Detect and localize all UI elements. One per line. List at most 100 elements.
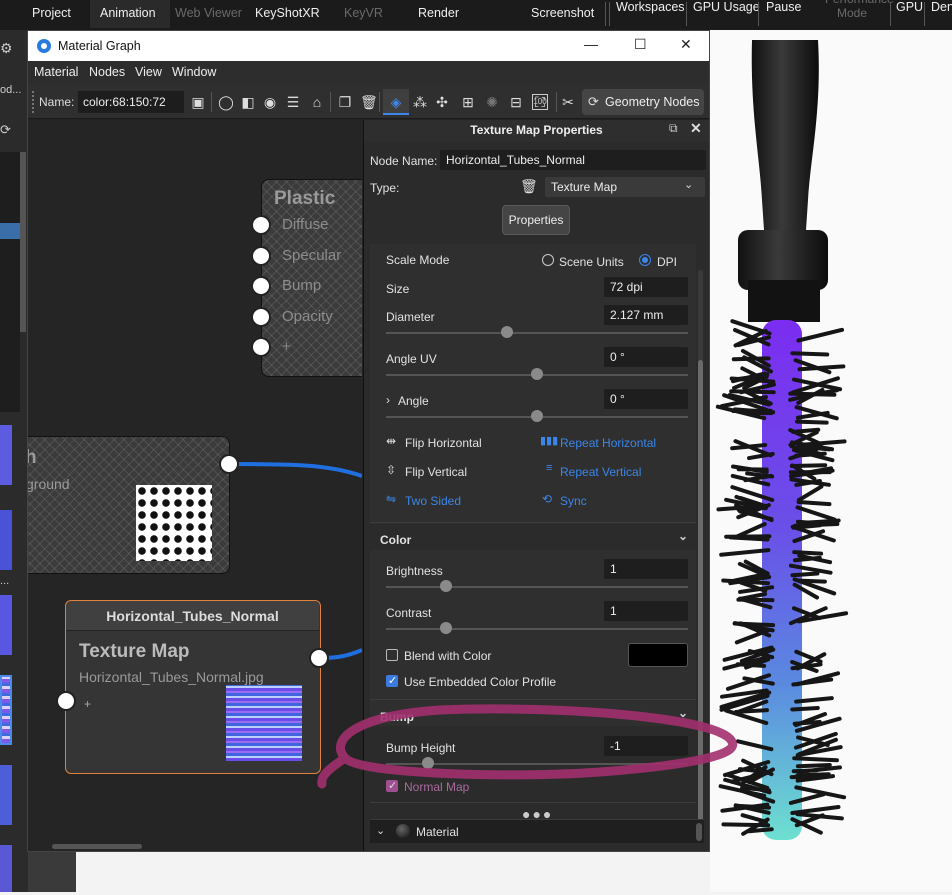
graph-canvas[interactable]: Plastic Diffuse Specular Bump Opacity + … [28,120,362,851]
diameter-slider-track[interactable] [386,332,688,334]
blend-color-swatch[interactable] [628,643,688,667]
angle-slider-handle[interactable] [531,410,543,422]
brightness-input[interactable]: 1 [604,559,688,579]
sync-icon[interactable]: ⟲ [542,492,552,506]
toolbar-icon[interactable]: ⚙ [0,40,28,60]
radio-scene-units[interactable] [542,254,554,266]
sync-button[interactable]: Sync [560,494,587,508]
menu-performance-mode[interactable]: Performance Mode [815,0,889,20]
size-input[interactable]: 72 dpi [604,277,688,297]
type-select[interactable]: Texture Map [545,177,705,197]
menu-pause[interactable]: Pause [756,0,811,28]
port-specular[interactable] [251,246,271,266]
flip-horizontal-icon[interactable]: ⇹ [386,434,396,448]
save-icon[interactable]: ▣ [190,94,206,110]
refresh-icon[interactable]: ⟳ [0,122,28,142]
diameter-slider-handle[interactable] [501,326,513,338]
blend-with-color-checkbox[interactable] [386,649,398,661]
angle-uv-input[interactable]: 0 ° [604,347,688,367]
menu-animation[interactable]: Animation [90,0,170,28]
render-viewport[interactable] [710,30,952,892]
angle-uv-slider-handle[interactable] [531,368,543,380]
port-add[interactable] [251,337,271,357]
contrast-input[interactable]: 1 [604,601,688,621]
horizontal-scrollbar[interactable] [52,844,142,849]
hierarchy-icon[interactable]: ⊞ [460,94,476,110]
menu-workspaces[interactable]: Workspaces [606,0,695,28]
material-thumb[interactable] [0,765,12,825]
close-panel-icon[interactable]: ✕ [690,120,702,137]
material-thumb[interactable] [0,595,12,655]
node-name-input[interactable]: Horizontal_Tubes_Normal [440,150,706,170]
texture-map-node[interactable]: Horizontal_Tubes_Normal Texture Map Hori… [65,600,321,774]
flip-vertical-icon[interactable]: ⇳ [386,463,396,477]
name-input[interactable]: color:68:150:72 [78,91,184,113]
texture-icon[interactable]: ✣ [434,94,450,110]
port-diffuse[interactable] [251,215,271,235]
port-bump[interactable] [251,276,271,296]
panel-scrollbar-thumb[interactable] [698,360,703,830]
chevron-down-icon[interactable]: ⌄ [376,824,385,837]
menu-project[interactable]: Project [22,0,81,28]
trash-icon[interactable]: 🗑 [520,178,538,195]
graph-view-icon[interactable]: ◈ [388,94,404,110]
repeat-horizontal-button[interactable]: Repeat Horizontal [560,436,656,450]
repeat-vertical-button[interactable]: Repeat Vertical [560,465,641,479]
zoom-100-icon[interactable]: 100 [532,94,548,110]
menu-web-viewer[interactable]: Web Viewer [165,0,252,28]
play-icon[interactable]: ◉ [262,94,278,110]
maximize-button[interactable]: ☐ [634,36,647,53]
repeat-horizontal-icon[interactable]: ▮▮▮ [540,434,558,447]
material-footer[interactable]: ⌄ Material [370,819,704,843]
flip-vertical-button[interactable]: Flip Vertical [405,465,467,479]
bump-height-input[interactable]: -1 [604,736,688,756]
two-sided-button[interactable]: Two Sided [405,494,461,508]
contrast-slider-track[interactable] [386,628,688,630]
menu-nodes[interactable]: Nodes [89,65,125,79]
delete-icon[interactable]: 🗑 [360,94,376,110]
brightness-slider-track[interactable] [386,586,688,588]
sliders-icon[interactable]: ☰ [285,94,301,110]
use-embedded-color-profile-checkbox[interactable] [386,675,398,687]
menu-material[interactable]: Material [34,65,78,79]
output-port[interactable] [219,454,239,474]
bump-height-slider-handle[interactable] [422,757,434,769]
color-section-header[interactable]: Color ⌄ [370,522,696,550]
scrollbar[interactable] [20,152,26,332]
material-thumb-selected[interactable] [0,675,12,745]
output-port[interactable] [309,648,329,668]
ball-icon[interactable]: ◯ [218,94,234,110]
bump-section-header[interactable]: Bump ⌄ [370,699,696,727]
menu-view[interactable]: View [135,65,162,79]
input-port[interactable] [56,691,76,711]
flip-horizontal-button[interactable]: Flip Horizontal [405,436,482,450]
checker-icon[interactable]: ◧ [240,94,256,110]
material-thumb[interactable] [0,425,12,485]
split-icon[interactable]: ✂ [560,94,576,110]
port-opacity[interactable] [251,307,271,327]
undock-icon[interactable]: ⧉ [669,121,678,136]
layout-icon[interactable]: ⊟ [508,94,524,110]
menu-render[interactable]: Render [408,0,469,28]
menu-den[interactable]: Den [921,0,952,28]
two-sided-icon[interactable]: ⇋ [386,492,396,506]
duplicate-icon[interactable]: ❐ [337,94,353,110]
repeat-vertical-icon[interactable]: ≡ [546,462,552,474]
angle-input[interactable]: 0 ° [604,389,688,409]
menu-window[interactable]: Window [172,65,216,79]
material-thumb[interactable] [0,845,12,892]
chevron-right-icon[interactable]: › [386,393,390,407]
label-icon[interactable]: ⌂ [309,94,325,110]
geometry-nodes-button[interactable]: ⟳ Geometry Nodes [582,89,704,115]
node-palette-icon[interactable]: ⁂ [412,94,428,110]
menu-keyshotxr[interactable]: KeyShotXR [245,0,330,28]
material-thumb[interactable] [0,510,12,570]
normal-map-checkbox[interactable] [386,780,398,792]
minimize-button[interactable]: — [584,36,598,52]
properties-tab-button[interactable]: Properties [502,205,570,235]
texture-node-upper[interactable]: h ground [28,436,230,574]
diameter-input[interactable]: 2.127 mm [604,305,688,325]
selected-row[interactable] [0,223,20,239]
menu-screenshot[interactable]: Screenshot [521,0,604,28]
close-button[interactable]: ✕ [680,36,692,53]
